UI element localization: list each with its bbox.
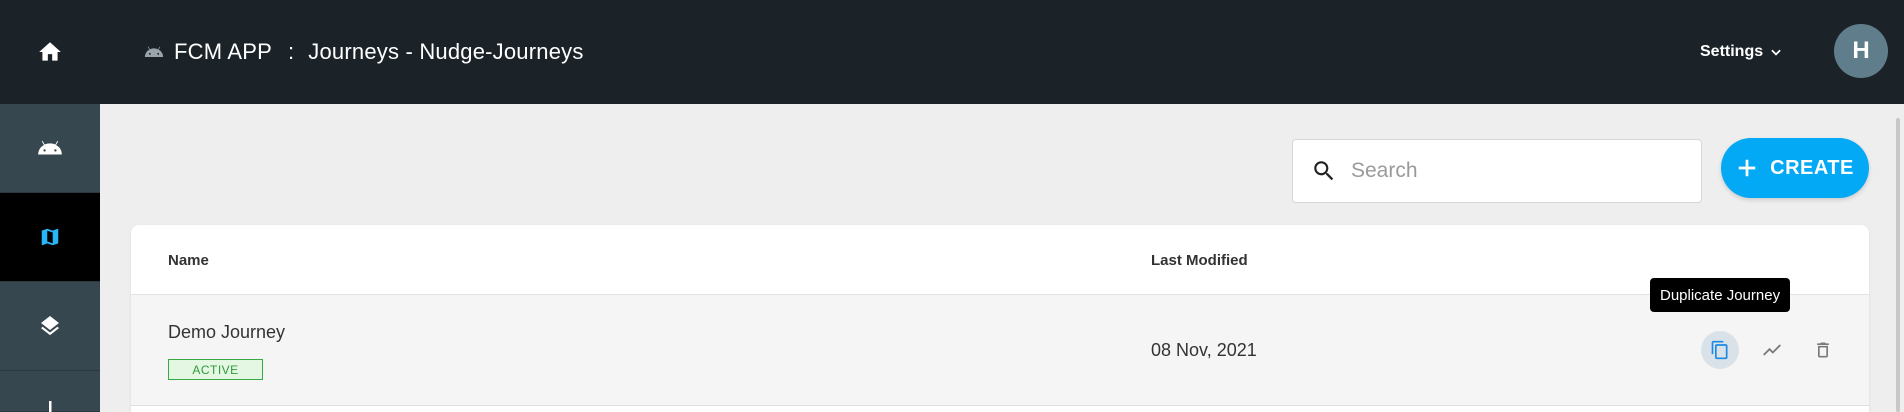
status-badge: ACTIVE (168, 359, 263, 380)
search-input[interactable] (1351, 159, 1681, 183)
sidebar-item-more[interactable] (0, 371, 100, 412)
delete-journey-button[interactable] (1804, 331, 1842, 369)
chevron-down-icon (1771, 49, 1781, 56)
page-title: Journeys - Nudge-Journeys (308, 39, 584, 64)
app-name[interactable]: FCM APP (174, 39, 272, 65)
sidebar-item-journeys[interactable] (0, 193, 100, 282)
journey-name[interactable]: Demo Journey (168, 322, 285, 343)
trending-up-icon (1763, 344, 1781, 356)
settings-label: Settings (1700, 43, 1764, 60)
more-icon (49, 401, 52, 412)
sidebar (0, 104, 100, 412)
journeys-table: Name Last Modified Demo Journey ACTIVE 0… (131, 225, 1869, 412)
layers-icon (41, 316, 59, 336)
sidebar-item-layers[interactable] (0, 282, 100, 371)
search-box (1292, 139, 1702, 203)
tooltip: Duplicate Journey (1650, 278, 1791, 312)
table-row[interactable]: Demo Journey ACTIVE 08 Nov, 2021 (131, 295, 1869, 406)
sidebar-item-apps[interactable] (0, 104, 100, 193)
android-icon (144, 45, 164, 59)
avatar[interactable]: H (1834, 24, 1888, 78)
scrollbar[interactable] (1896, 118, 1900, 412)
journey-analytics-button[interactable] (1753, 331, 1791, 369)
copy-icon (1711, 340, 1728, 360)
duplicate-journey-button[interactable] (1701, 331, 1739, 369)
home-icon (39, 42, 61, 61)
settings-menu[interactable]: Settings (1700, 0, 1783, 104)
create-button-label: CREATE (1770, 156, 1854, 179)
breadcrumb-separator: : (287, 39, 295, 64)
trash-icon (1817, 342, 1829, 358)
column-header-name[interactable]: Name (168, 252, 209, 269)
top-bar: FCM APP : Journeys - Nudge-Journeys Sett… (0, 0, 1904, 104)
last-modified-value: 08 Nov, 2021 (1151, 340, 1257, 360)
plus-icon (1738, 159, 1756, 177)
map-icon (41, 228, 59, 246)
search-icon (1314, 161, 1334, 181)
create-button[interactable]: CREATE (1721, 138, 1869, 198)
android-icon (38, 140, 62, 155)
home-button[interactable] (0, 0, 100, 104)
breadcrumb: FCM APP : Journeys - Nudge-Journeys (144, 0, 584, 104)
table-header: Name Last Modified (131, 225, 1869, 295)
column-header-last-modified[interactable]: Last Modified (1151, 252, 1248, 269)
